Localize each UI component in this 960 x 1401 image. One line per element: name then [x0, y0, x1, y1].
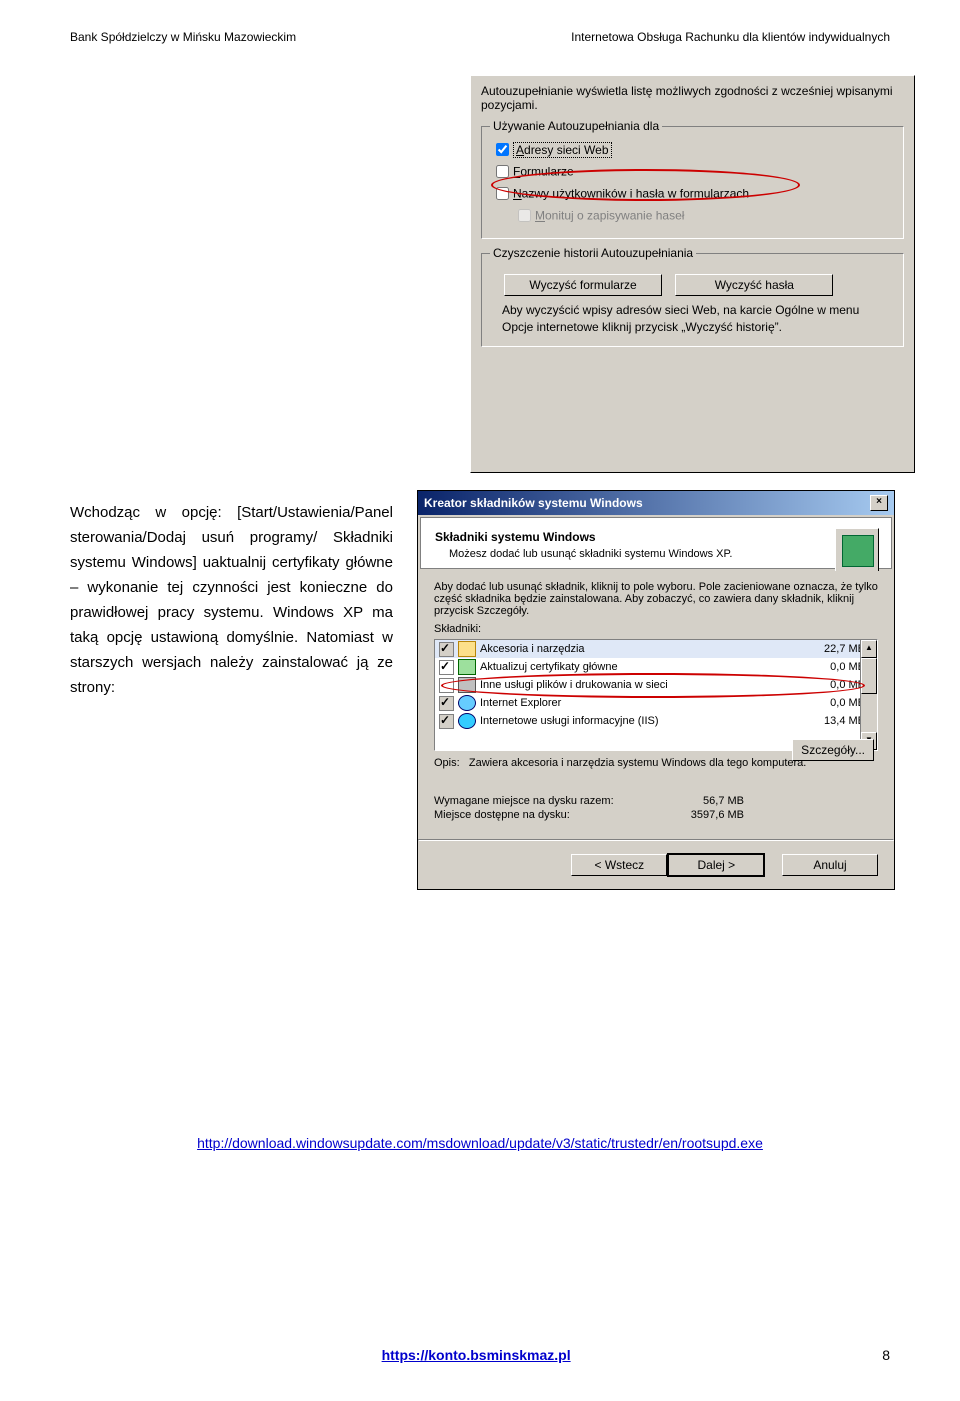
download-link[interactable]: http://download.windowsupdate.com/msdown… [197, 1135, 763, 1151]
opis-label: Opis: [434, 757, 460, 769]
highlight-oval-certificates [441, 673, 865, 698]
header-right: Internetowa Obsługa Rachunku dla klientó… [571, 30, 890, 44]
cancel-button[interactable]: Anuluj [782, 854, 878, 876]
autocomplete-dialog: Autouzupełnianie wyświetla listę możliwy… [470, 75, 915, 473]
back-button[interactable]: < Wstecz [571, 854, 667, 876]
groupbox1-label: Używanie Autouzupełniania dla [490, 119, 662, 133]
wizard-header-panel: Składniki systemu Windows Możesz dodać l… [420, 517, 892, 569]
checkbox-icon[interactable] [439, 660, 454, 675]
component-name: Internetowe usługi informacyjne (IIS) [480, 715, 805, 727]
component-row[interactable]: Internetowe usługi informacyjne (IIS)13,… [435, 712, 877, 730]
page-footer: https://konto.bsminskmaz.pl 8 [70, 1347, 890, 1363]
autocomplete-intro: Autouzupełnianie wyświetla listę możliwy… [481, 84, 904, 112]
chk-web-addresses[interactable] [496, 143, 509, 156]
btn-clear-passwords[interactable]: Wyczyść hasła [675, 274, 833, 296]
scrollbar[interactable]: ▲ ▼ [860, 640, 877, 750]
footer-page: 8 [882, 1347, 890, 1363]
checkbox-icon[interactable] [439, 642, 454, 657]
component-name: Internet Explorer [480, 697, 805, 709]
wizard-button-row: < WsteczDalej > Anuluj [418, 841, 894, 889]
highlight-oval-usernames [491, 169, 800, 201]
groupbox-clear-history: Czyszczenie historii Autouzupełniania Wy… [481, 253, 904, 347]
component-name: Akcesoria i narzędzia [480, 643, 805, 655]
component-row[interactable]: Akcesoria i narzędzia22,7 MB [435, 640, 877, 658]
btn-clear-forms[interactable]: Wyczyść formularze [504, 274, 662, 296]
component-icon [458, 713, 476, 729]
page-header: Bank Spółdzielczy w Mińsku Mazowieckim I… [70, 30, 890, 44]
wizard-title: Kreator składników systemu Windows [424, 496, 643, 510]
component-icon [458, 641, 476, 657]
req-space-label: Wymagane miejsce na dysku razem: [434, 795, 654, 807]
component-name: Aktualizuj certyfikaty główne [480, 661, 805, 673]
close-icon[interactable]: × [870, 495, 888, 511]
checkbox-icon[interactable] [439, 696, 454, 711]
req-space-value: 56,7 MB [654, 795, 744, 807]
component-icon [458, 695, 476, 711]
footer-url: https://konto.bsminskmaz.pl [382, 1347, 571, 1363]
opis-text: Zawiera akcesoria i narzędzia systemu Wi… [469, 757, 806, 769]
scroll-up-button[interactable]: ▲ [861, 640, 877, 658]
lbl-prompt-save: Monituj o zapisywanie haseł [535, 209, 684, 223]
avail-space-label: Miejsce dostępne na dysku: [434, 809, 654, 821]
chk-prompt-save [518, 209, 531, 222]
clear-history-note: Aby wyczyścić wpisy adresów sieci Web, n… [502, 302, 883, 336]
details-button[interactable]: Szczegóły... [792, 739, 874, 761]
windows-components-wizard: Kreator składników systemu Windows × Skł… [417, 490, 895, 890]
chk-forms[interactable] [496, 165, 509, 178]
system-box-icon [835, 528, 879, 572]
scroll-thumb[interactable] [861, 658, 877, 694]
groupbox2-label: Czyszczenie historii Autouzupełniania [490, 246, 696, 260]
list-label: kładniki: [441, 623, 481, 635]
wizard-titlebar: Kreator składników systemu Windows × [418, 491, 894, 515]
avail-space-value: 3597,6 MB [654, 809, 744, 821]
wizard-body: Aby dodać lub usunąć składnik, kliknij t… [418, 571, 894, 839]
download-link-row: http://download.windowsupdate.com/msdown… [70, 1135, 890, 1151]
wizard-instructions: Aby dodać lub usunąć składnik, kliknij t… [434, 581, 878, 617]
component-icon [458, 659, 476, 675]
header-left: Bank Spółdzielczy w Mińsku Mazowieckim [70, 30, 296, 44]
body-paragraph: Wchodząc w opcję: [Start/Ustawienia/Pane… [70, 500, 393, 700]
next-button[interactable]: Dalej > [667, 853, 765, 877]
lbl-web-addresses: Adresy sieci Web [513, 142, 612, 158]
checkbox-icon[interactable] [439, 714, 454, 729]
wizard-heading: Składniki systemu Windows [435, 530, 877, 544]
wizard-subheading: Możesz dodać lub usunąć składniki system… [449, 548, 877, 560]
